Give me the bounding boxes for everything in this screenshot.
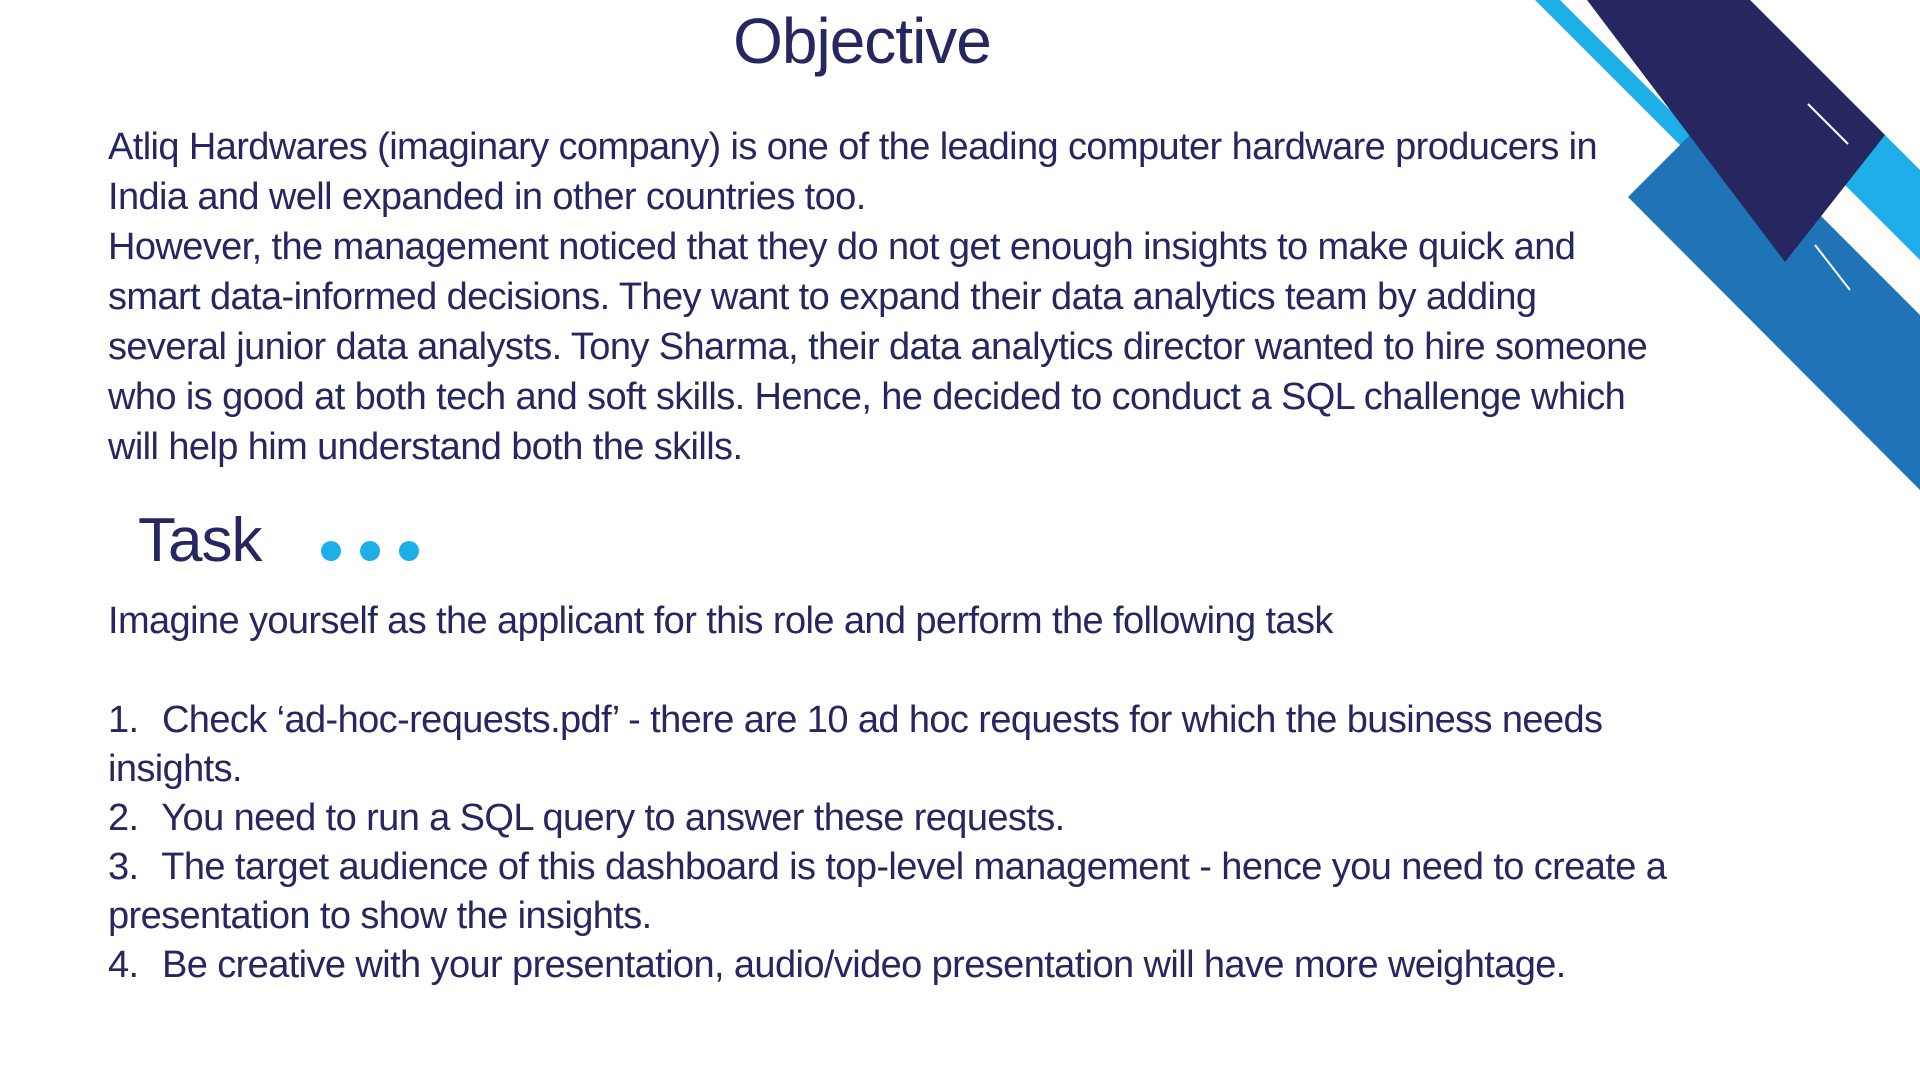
task-item-text: The target audience of this dashboard is… <box>108 846 1667 937</box>
task-intro: Imagine yourself as the applicant for th… <box>108 600 1333 642</box>
objective-paragraph-1: Atliq Hardwares (imaginary company) is o… <box>108 126 1598 218</box>
ellipsis-dots-icon <box>321 541 419 561</box>
white-accent-line-2 <box>1814 244 1851 291</box>
slide: Objective Atliq Hardwares (imaginary com… <box>0 0 1920 1080</box>
slide-title: Objective <box>733 5 992 77</box>
objective-paragraph-2: However, the management noticed that the… <box>108 226 1648 468</box>
task-heading: Task <box>138 506 262 575</box>
task-item-text: Be creative with your presentation, audi… <box>161 944 1566 986</box>
task-item-number: 2. <box>108 797 139 839</box>
task-item-text: Check ‘ad-hoc-requests.pdf’ - there are … <box>108 699 1603 790</box>
task-item: 4. Be creative with your presentation, a… <box>108 941 1668 990</box>
objective-body: Atliq Hardwares (imaginary company) is o… <box>108 122 1648 472</box>
blue-band <box>1628 110 1920 490</box>
task-item: 3. The target audience of this dashboard… <box>108 843 1668 941</box>
white-accent-line <box>1807 103 1849 145</box>
task-item-number: 3. <box>108 846 139 888</box>
task-item-text: You need to run a SQL query to answer th… <box>161 797 1065 839</box>
task-item: 2. You need to run a SQL query to answer… <box>108 794 1668 843</box>
task-item-number: 4. <box>108 944 139 986</box>
task-item: 1. Check ‘ad-hoc-requests.pdf’ - there a… <box>108 696 1668 794</box>
task-list: 1. Check ‘ad-hoc-requests.pdf’ - there a… <box>108 696 1668 990</box>
task-item-number: 1. <box>108 699 139 741</box>
